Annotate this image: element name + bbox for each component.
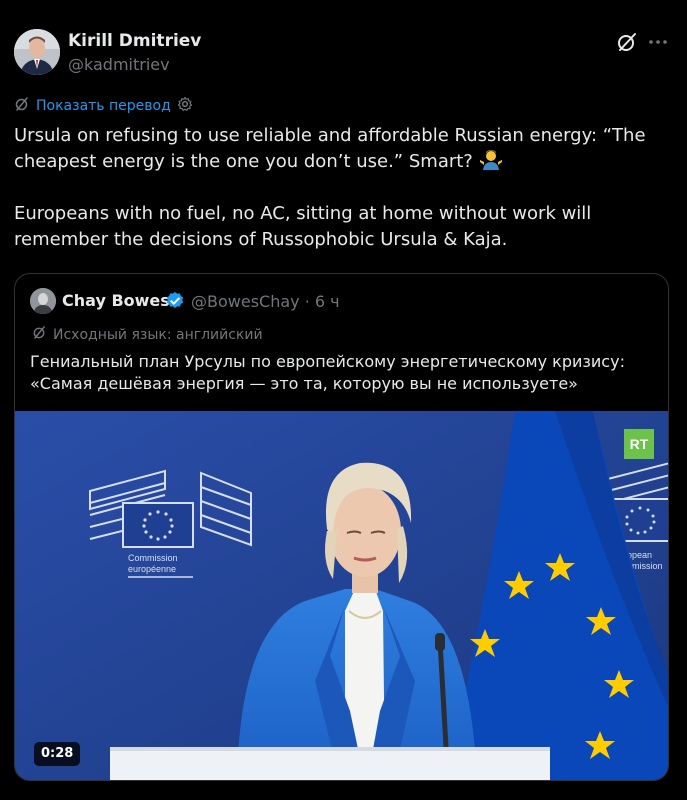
video-player[interactable]: Commission européenne European Commissio… bbox=[15, 411, 668, 780]
quote-text: Гениальный план Урсулы по европейскому э… bbox=[30, 352, 625, 393]
video-frame: Commission européenne European Commissio… bbox=[15, 411, 668, 780]
tweet: Kirill Dmitriev @kadmitriev Показать пер… bbox=[0, 0, 687, 800]
backdrop-left-line-1: Commission bbox=[128, 553, 178, 563]
video-duration-badge: 0:28 bbox=[34, 742, 81, 766]
tweet-text: Ursula on refusing to use reliable and a… bbox=[14, 123, 674, 253]
translate-icon bbox=[14, 96, 30, 116]
grok-icon[interactable] bbox=[616, 31, 638, 53]
author-name[interactable]: Kirill Dmitriev bbox=[68, 31, 201, 51]
backdrop-left-line-2: européenne bbox=[128, 564, 176, 574]
quoted-tweet[interactable]: Chay Bowes @BowesChay · 6 ч Исходный язы… bbox=[14, 273, 669, 781]
original-language-label: Исходный язык: английский bbox=[53, 326, 263, 343]
author-handle[interactable]: @kadmitriev bbox=[68, 55, 170, 74]
tweet-paragraph-2: Europeans with no fuel, no AC, sitting a… bbox=[14, 203, 592, 250]
rt-logo: RT bbox=[624, 429, 654, 459]
quote-avatar[interactable] bbox=[30, 288, 56, 314]
show-translation-link[interactable]: Показать перевод bbox=[36, 98, 171, 114]
gear-icon[interactable] bbox=[177, 96, 193, 116]
more-icon[interactable] bbox=[646, 31, 670, 53]
quote-author-name[interactable]: Chay Bowes bbox=[62, 291, 170, 310]
translate-icon bbox=[32, 325, 47, 344]
quote-handle-time[interactable]: @BowesChay · 6 ч bbox=[191, 292, 340, 311]
verified-badge-icon bbox=[165, 291, 185, 311]
avatar[interactable] bbox=[14, 29, 60, 75]
emoji-shrug bbox=[479, 149, 503, 171]
tweet-paragraph-1: Ursula on refusing to use reliable and a… bbox=[14, 125, 646, 172]
original-language-row: Исходный язык: английский bbox=[32, 325, 263, 344]
translate-row: Показать перевод bbox=[14, 96, 193, 116]
